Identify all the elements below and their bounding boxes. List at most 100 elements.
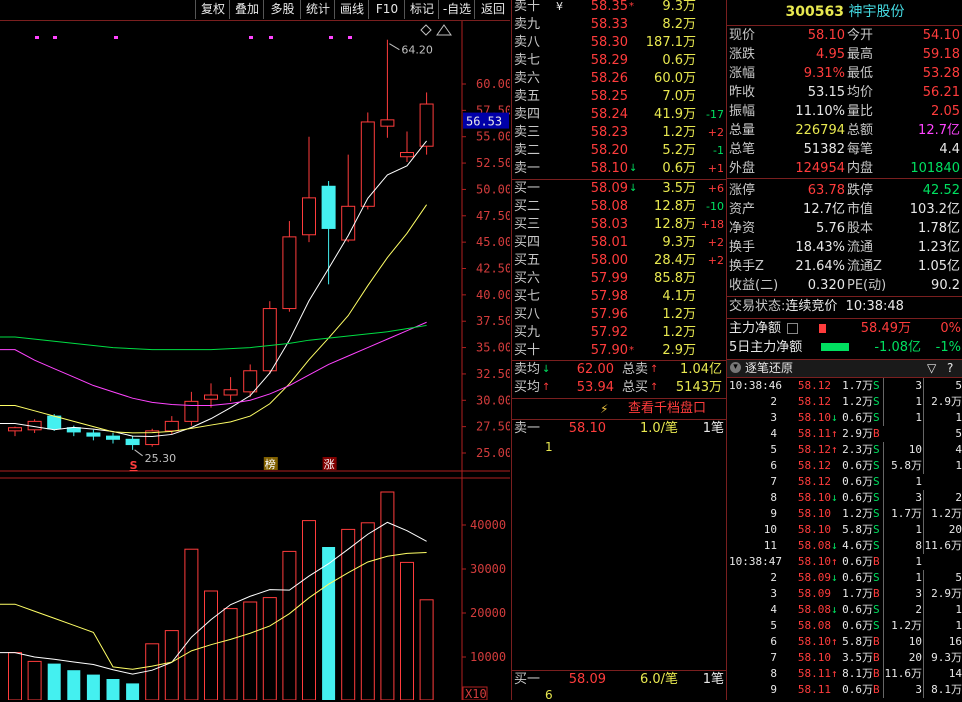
bid-row[interactable]: 买七 57.98 4.1万: [512, 288, 726, 306]
collapse-icon[interactable]: ▾: [730, 362, 741, 373]
quote-row: 涨跌 4.95 最高 59.18: [727, 45, 962, 64]
tick-volume: 5.8万: [842, 635, 873, 648]
ask-row[interactable]: 卖八 58.30 187.1万: [512, 34, 726, 52]
ask-row[interactable]: 卖五 58.25 7.0万: [512, 88, 726, 106]
ask-row[interactable]: 卖六 58.26 60.0万: [512, 70, 726, 88]
order-book-panel: 卖十 ¥58.35 * 9.3万 卖九 58.33 8.2万 卖八 58.30 187.1万 卖七 5…: [511, 0, 726, 702]
volume-bar: [419, 599, 434, 700]
tick-row[interactable]: 3 58.09 1.7万 B 3 2.9万: [727, 586, 962, 602]
bid-row[interactable]: 买十 57.90 * 2.9万: [512, 342, 726, 360]
candle-body: [86, 432, 101, 437]
tick-row[interactable]: 6 58.12 0.6万 S 5.8万 1: [727, 458, 962, 474]
bid-row[interactable]: 买四 58.01 9.3万 +2: [512, 234, 726, 252]
tick-row[interactable]: 6 58.10 ↑ 5.8万 B 10 16: [727, 634, 962, 650]
quote-value: 21.64%: [795, 259, 845, 274]
tick-row[interactable]: 3 58.10 ↓ 0.6万 S 1 1: [727, 410, 962, 426]
bid-queue-label: 买一: [514, 672, 541, 687]
ask-label: 卖九: [514, 17, 541, 32]
candle: [419, 92, 434, 155]
bid-row[interactable]: 买二 58.08 12.8万 -10: [512, 198, 726, 216]
ask-row[interactable]: 卖九 58.33 8.2万: [512, 16, 726, 34]
ask-row[interactable]: 卖四 58.24 41.9万 -17: [512, 106, 726, 124]
price-tick-label: 52.50: [476, 156, 510, 170]
tick-order-count: 3: [883, 378, 922, 394]
tick-row[interactable]: 9 58.10 1.2万 S 1.7万 1.2万: [727, 506, 962, 522]
kline-chart[interactable]: 60.0057.5055.0052.5050.0047.5045.0042.50…: [0, 21, 510, 700]
diamond-icon[interactable]: [420, 24, 432, 36]
ask-row[interactable]: 卖一 58.10 ↓ 0.6万 +1: [512, 160, 726, 178]
tick-row[interactable]: 2 58.09 ↓ 0.6万 S 1 5: [727, 570, 962, 586]
kline-chart-panel[interactable]: 60.00 57.50 55.00 52.50 50.00 47.50 45.00 42.50…: [0, 21, 510, 700]
toolbar-button-5[interactable]: F10: [368, 0, 405, 19]
tick-order-count-2: 4: [923, 442, 962, 458]
tick-row[interactable]: 5 58.12 ↑ 2.3万 S 10 4: [727, 442, 962, 458]
tick-row[interactable]: 4 58.11 ↑ 2.9万 B 5: [727, 426, 962, 442]
tick-row[interactable]: 10 58.10 5.8万 S 1 20: [727, 522, 962, 538]
tick-order-count-2: 20: [923, 522, 962, 538]
toolbar-button-6[interactable]: 标记: [404, 0, 439, 19]
price-tick-label: 40.00: [476, 288, 510, 302]
toolbar-button-1[interactable]: 叠加: [229, 0, 264, 19]
bid-row[interactable]: 买九 57.92 1.2万: [512, 324, 726, 342]
list-icon[interactable]: [787, 323, 799, 334]
signal-dot: [114, 36, 118, 39]
tick-row[interactable]: 8 58.10 ↓ 0.6万 S 3 2: [727, 490, 962, 506]
view-thousand-orders-button[interactable]: ⚡ 查看千档盘口: [512, 399, 726, 419]
tick-row[interactable]: 8 58.11 ↑ 8.1万 B 11.6万 14: [727, 666, 962, 682]
ask-row[interactable]: 卖十 ¥58.35 * 9.3万: [512, 0, 726, 16]
ask-label: 卖二: [514, 143, 541, 158]
filter-icon[interactable]: ▽: [927, 360, 936, 377]
toolbar-button-0[interactable]: 复权: [195, 0, 230, 19]
toolbar-button-3[interactable]: 统计: [300, 0, 335, 19]
tick-price: 58.12: [797, 459, 831, 472]
tick-side: B: [873, 427, 880, 440]
triangle-icon[interactable]: [436, 24, 452, 36]
help-icon[interactable]: ?: [947, 360, 953, 377]
toolbar-button-8[interactable]: 返回: [474, 0, 511, 19]
stock-title: 300563 神宇股份: [727, 0, 962, 24]
volume-unit-label: X10: [465, 687, 487, 700]
bid-row[interactable]: 买八 57.96 1.2万: [512, 306, 726, 324]
candle-body: [321, 185, 336, 229]
toolbar-button-4[interactable]: 画线: [334, 0, 369, 19]
tick-row[interactable]: 11 58.08 ↓ 4.6万 S 8 11.6万: [727, 538, 962, 554]
toolbar-button-7[interactable]: -自选: [438, 0, 475, 19]
zhang-marker[interactable]: 涨: [324, 458, 335, 471]
tick-row[interactable]: 10:38:46 58.12 1.7万 S 3 5: [727, 378, 962, 394]
bid-row[interactable]: 买一 58.09 ↓ 3.5万 +6: [512, 180, 726, 198]
bid-row[interactable]: 买三 58.03 12.8万 +18: [512, 216, 726, 234]
ask-queue-row[interactable]: 卖一 58.10 1.0/笔 1笔: [512, 420, 726, 438]
tick-row[interactable]: 5 58.08 0.6万 S 1.2万 1: [727, 618, 962, 634]
candle: [145, 428, 160, 447]
tick-row[interactable]: 7 58.10 3.5万 B 20 9.3万: [727, 650, 962, 666]
tick-row[interactable]: 7 58.12 0.6万 S 1: [727, 474, 962, 490]
tick-row[interactable]: 9 58.11 0.6万 B 3 8.1万: [727, 682, 962, 698]
tick-time: 6: [770, 459, 777, 472]
bid-row[interactable]: 买六 57.99 85.8万: [512, 270, 726, 288]
toolbar-button-2[interactable]: 多股: [263, 0, 301, 19]
tick-row[interactable]: 10:38:47 58.10 ↑ 0.6万 B 1: [727, 554, 962, 570]
low-annotation: 25.30: [145, 452, 177, 465]
tick-row[interactable]: 2 58.12 1.2万 S 1 2.9万: [727, 394, 962, 410]
ask-row[interactable]: 卖三 58.23 1.2万 +2: [512, 124, 726, 142]
candle: [400, 131, 414, 163]
bid-queue-row[interactable]: 买一 58.09 6.0/笔 1笔: [512, 671, 726, 689]
quote-value: 63.78: [807, 183, 845, 198]
tick-header[interactable]: ▾ 逐笔还原 ▽ ?: [727, 359, 962, 378]
tick-order-count-2: 2.9万: [923, 394, 962, 410]
s-marker[interactable]: S: [130, 459, 138, 472]
high-annotation-pointer: [389, 43, 400, 51]
candle-body: [184, 400, 199, 422]
bid-price: 58.00: [590, 253, 628, 268]
ask-volume: 0.6万: [662, 161, 696, 176]
tick-side: B: [873, 667, 880, 680]
tick-row[interactable]: 4 58.08 ↓ 0.6万 S 2 1: [727, 602, 962, 618]
main-net-row[interactable]: 主力净额 58.49万 0%: [729, 319, 961, 338]
bang-marker[interactable]: 榜: [265, 457, 276, 471]
ask-row[interactable]: 卖七 58.29 0.6万: [512, 52, 726, 70]
tick-price: 58.08: [797, 619, 831, 632]
ask-row[interactable]: 卖二 58.20 5.2万 -1: [512, 142, 726, 160]
candle: [8, 426, 22, 437]
candle: [125, 436, 140, 450]
bid-row[interactable]: 买五 58.00 28.4万 +2: [512, 252, 726, 270]
